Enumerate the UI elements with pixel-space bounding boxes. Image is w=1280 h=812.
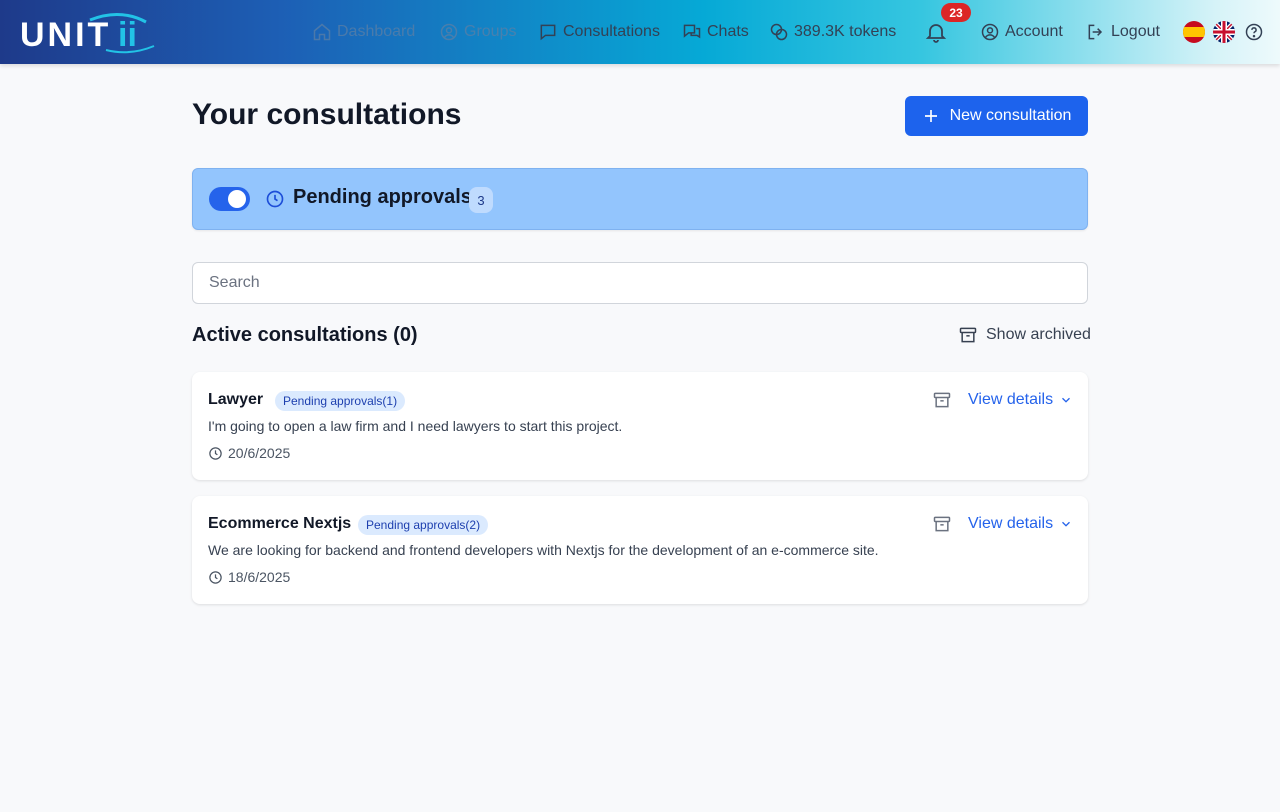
logout-icon: [1088, 24, 1103, 40]
archive-icon: [959, 327, 977, 343]
bell-icon[interactable]: [924, 20, 948, 44]
nav-dashboard-label: Dashboard: [337, 23, 416, 40]
page-title: Your consultations: [192, 98, 462, 131]
pending-approvals-count: 3: [469, 187, 493, 213]
svg-text:UNIT: UNIT: [20, 16, 111, 54]
nav-tokens-label: 389.3K tokens: [794, 23, 897, 40]
nav-account-label: Account: [1005, 23, 1063, 40]
clock-icon: [209, 446, 222, 460]
view-details-label: View details: [968, 391, 1054, 408]
consultation-title: Lawyer: [208, 391, 264, 408]
consultation-date: 18/6/2025: [208, 569, 290, 585]
consultation-card: Ecommerce Nextjs Pending approvals(2) We…: [192, 496, 1088, 604]
consultation-date-text: 18/6/2025: [228, 569, 291, 585]
pending-approvals-badge: Pending approvals(2): [358, 515, 489, 535]
es-flag-icon[interactable]: [1183, 21, 1205, 43]
consultation-date: 20/6/2025: [208, 445, 290, 461]
archive-icon[interactable]: [932, 514, 952, 534]
top-navigation-bar: UNIT ii Dashboard Groups Consultations C…: [0, 0, 1280, 64]
view-details-button[interactable]: View details: [968, 515, 1073, 533]
coins-icon: [770, 23, 788, 41]
nav-consultations-label: Consultations: [563, 23, 660, 40]
help-icon[interactable]: [1244, 22, 1264, 42]
chat-bubble-icon: [540, 24, 556, 41]
nav-logout[interactable]: Logout: [1086, 20, 1160, 44]
nav-tokens[interactable]: 389.3K tokens: [769, 20, 896, 44]
uk-flag-icon[interactable]: [1213, 21, 1235, 43]
account-icon: [981, 23, 999, 41]
chevron-down-icon: [1062, 397, 1071, 403]
home-icon: [313, 23, 331, 41]
pending-approvals-label: Pending approvals: [293, 186, 472, 208]
nav-logout-label: Logout: [1111, 23, 1160, 40]
new-consultation-button[interactable]: New consultation: [905, 96, 1088, 136]
nav-groups-label: Groups: [464, 23, 517, 40]
pending-approvals-toggle[interactable]: [209, 187, 250, 211]
view-details-button[interactable]: View details: [968, 391, 1073, 409]
archive-icon[interactable]: [932, 390, 952, 410]
clock-icon: [266, 190, 284, 208]
unitii-logo[interactable]: UNIT ii: [20, 10, 160, 54]
chevron-down-icon: [1062, 521, 1071, 527]
nav-account[interactable]: Account: [980, 20, 1063, 44]
consultation-title: Ecommerce Nextjs: [208, 515, 352, 532]
consultation-date-text: 20/6/2025: [228, 445, 291, 461]
nav-dashboard[interactable]: Dashboard: [312, 20, 415, 44]
nav-groups[interactable]: Groups: [439, 20, 516, 44]
chats-icon: [683, 24, 701, 39]
consultation-card: Lawyer Pending approvals(1) I'm going to…: [192, 372, 1088, 480]
pending-approvals-badge: Pending approvals(1): [275, 391, 406, 411]
plus-icon: [924, 110, 937, 122]
pending-approvals-panel: Pending approvals 3: [192, 168, 1088, 230]
consultation-description: I'm going to open a law firm and I need …: [208, 418, 623, 434]
view-details-label: View details: [968, 515, 1054, 532]
consultation-description: We are looking for backend and frontend …: [208, 542, 879, 558]
search-input[interactable]: [192, 262, 1088, 304]
clock-icon: [209, 570, 222, 584]
active-consultations-title: Active consultations (0): [192, 324, 418, 346]
show-archived-label: Show archived: [986, 326, 1091, 343]
show-archived-button[interactable]: Show archived: [958, 324, 1091, 346]
nav-chats-label: Chats: [707, 23, 749, 40]
nav-consultations[interactable]: Consultations: [538, 20, 660, 44]
user-circle-icon: [440, 23, 458, 41]
nav-chats[interactable]: Chats: [682, 20, 749, 44]
notification-count-badge: 23: [941, 3, 971, 22]
svg-text:ii: ii: [118, 16, 137, 54]
new-consultation-label: New consultation: [949, 107, 1072, 124]
